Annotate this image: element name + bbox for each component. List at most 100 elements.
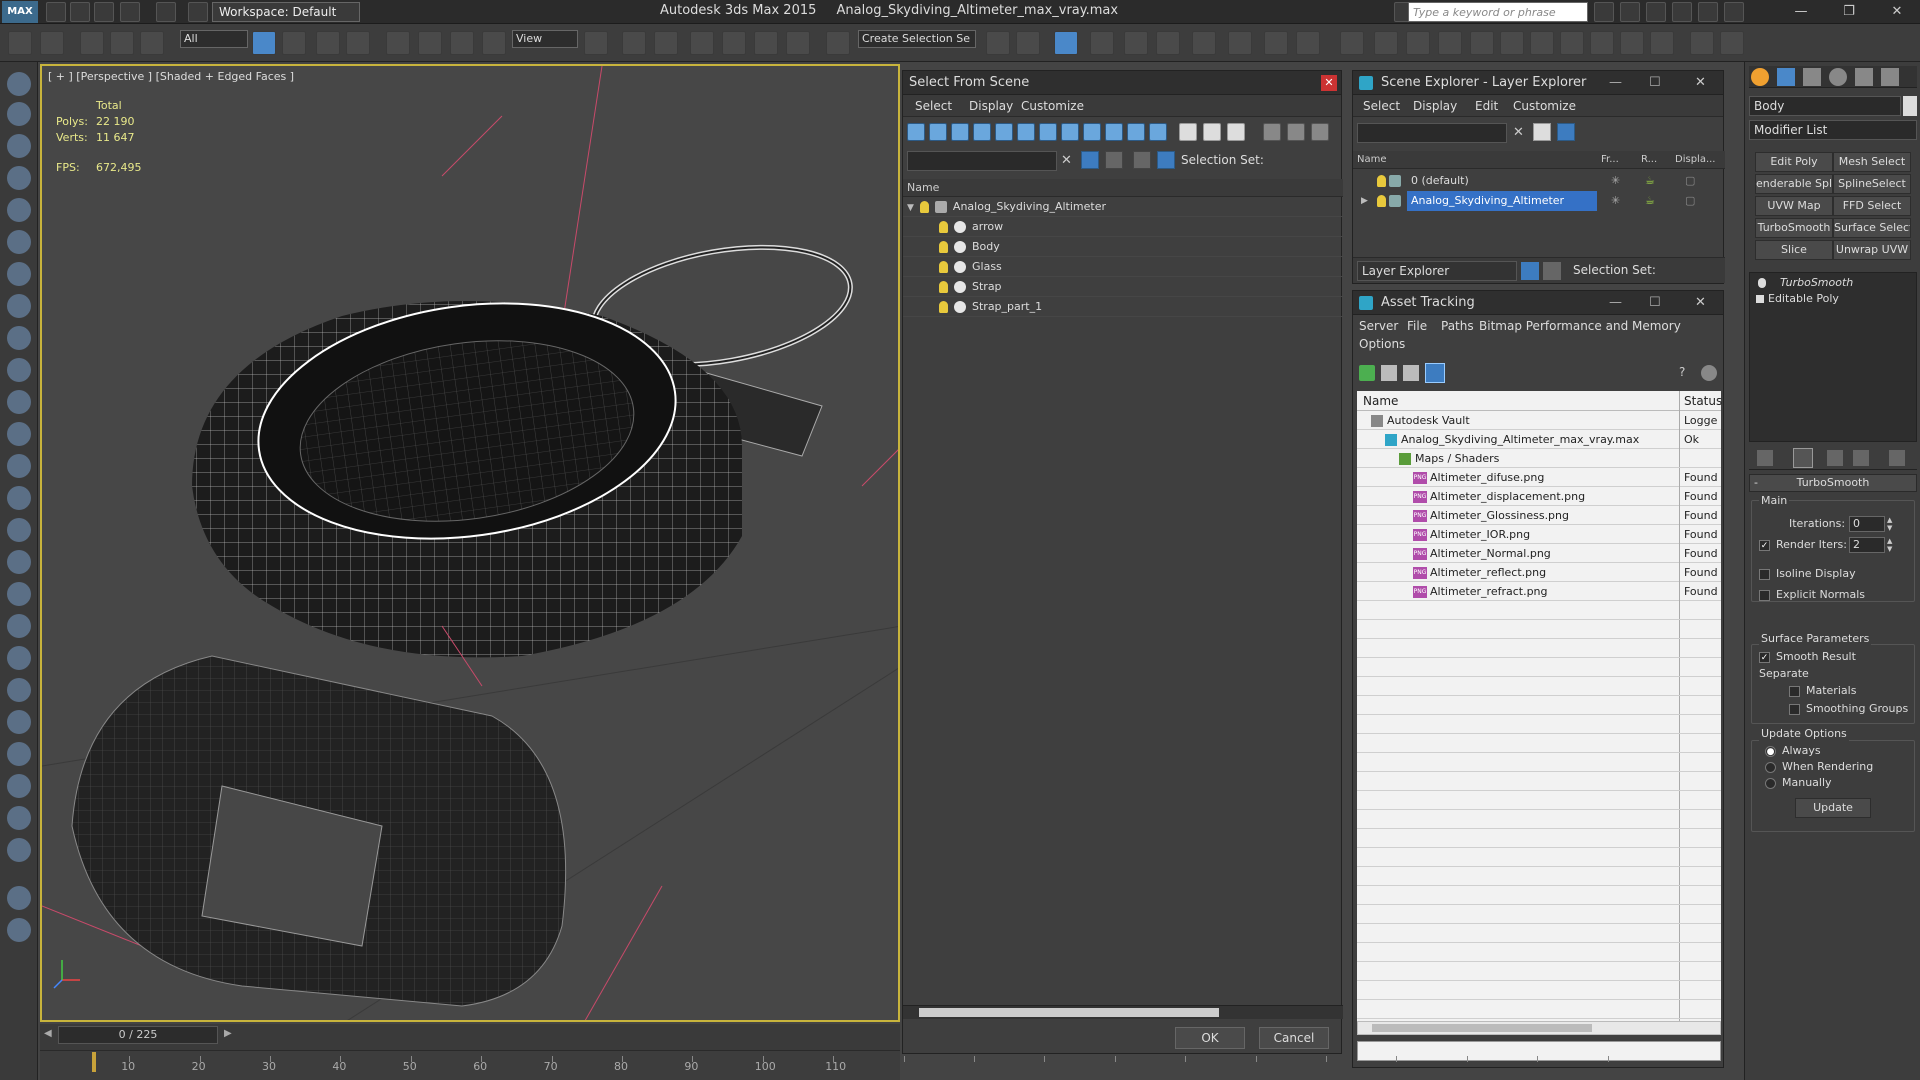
- renderable-spline-button[interactable]: enderable Splir: [1755, 174, 1833, 194]
- spinner-snap-icon[interactable]: [786, 31, 810, 55]
- unlink-icon[interactable]: [110, 31, 134, 55]
- tree-item-root[interactable]: ▼ Analog_Skydiving_Altimeter: [903, 197, 1343, 217]
- asset-row[interactable]: PNG Altimeter_displacement.png Found: [1357, 487, 1721, 506]
- help-icon[interactable]: [1724, 2, 1744, 22]
- curve-editor-icon[interactable]: [1156, 31, 1180, 55]
- minimize-icon[interactable]: —: [1609, 71, 1622, 95]
- help-icon[interactable]: ?: [1679, 365, 1695, 381]
- close-window-icon[interactable]: ✕: [1882, 2, 1912, 22]
- menu-customize[interactable]: Customize: [1513, 99, 1576, 113]
- stack-item-turbosmooth[interactable]: TurboSmooth: [1750, 275, 1916, 291]
- checkbox-box[interactable]: [1789, 703, 1800, 715]
- render-teapot-icon[interactable]: ☕: [1645, 191, 1655, 211]
- named-selection-dropdown[interactable]: Create Selection Se: [858, 30, 976, 48]
- col-freeze[interactable]: Fr...: [1601, 151, 1619, 169]
- materials-checkbox[interactable]: Materials: [1789, 684, 1856, 698]
- tools-icon[interactable]: [1620, 2, 1640, 22]
- angle-snap-icon[interactable]: [722, 31, 746, 55]
- search-input[interactable]: Type a keyword or phrase: [1408, 2, 1588, 22]
- modifier-list-dropdown[interactable]: Modifier List: [1749, 120, 1917, 140]
- move-icon[interactable]: [386, 31, 410, 55]
- list-view-icon[interactable]: [1381, 365, 1397, 381]
- modify-tab-icon[interactable]: [1777, 68, 1795, 86]
- align-icon[interactable]: [1016, 31, 1040, 55]
- menu-file[interactable]: File: [1407, 319, 1427, 333]
- utilities-tab-icon[interactable]: [1881, 68, 1899, 86]
- turbosmooth-button[interactable]: TurboSmooth: [1755, 218, 1833, 238]
- minimize-icon[interactable]: —: [1609, 291, 1622, 315]
- maximize-window-icon[interactable]: ❐: [1834, 2, 1864, 22]
- schematic-view-icon[interactable]: [1192, 31, 1216, 55]
- col-render[interactable]: R...: [1641, 151, 1657, 169]
- track-bar-toggle-icon[interactable]: [4, 1046, 34, 1076]
- spline-select-button[interactable]: SplineSelect: [1833, 174, 1911, 194]
- slice-button[interactable]: Slice: [1755, 240, 1833, 260]
- col-status[interactable]: Status: [1679, 391, 1722, 411]
- light-icon[interactable]: [7, 198, 31, 222]
- layer-row[interactable]: 0 (default) ✳ ☕ ▢: [1353, 171, 1725, 191]
- shortcut-icon[interactable]: [7, 806, 31, 830]
- reference-coordinate-dropdown[interactable]: View: [512, 30, 578, 48]
- hierarchy-tab-icon[interactable]: [1803, 68, 1821, 86]
- col-name[interactable]: Name: [1363, 391, 1398, 411]
- hedra-icon[interactable]: [7, 422, 31, 446]
- script-icon[interactable]: [1470, 31, 1494, 55]
- filter-funnel-icon[interactable]: [1263, 123, 1281, 141]
- workspace-dropdown[interactable]: Workspace: Default: [212, 2, 360, 22]
- light-bulb-icon[interactable]: [939, 221, 948, 233]
- sun-icon[interactable]: [1374, 31, 1398, 55]
- turbosmooth-rollout-header[interactable]: - TurboSmooth: [1749, 474, 1917, 492]
- asset-row[interactable]: PNG Altimeter_Normal.png Found: [1357, 544, 1721, 563]
- edit-poly-button[interactable]: Edit Poly: [1755, 152, 1833, 172]
- collapse-triangle-icon[interactable]: ▼: [907, 203, 914, 213]
- create-tab-icon[interactable]: [1751, 68, 1769, 86]
- teapot-render-icon[interactable]: [1650, 31, 1674, 55]
- light-bulb-icon[interactable]: [939, 241, 948, 253]
- viewport-config-icon[interactable]: [1690, 31, 1714, 55]
- light-bulb-icon[interactable]: [919, 201, 929, 213]
- expand-box-icon[interactable]: [1756, 295, 1764, 303]
- scene-explorer-icon[interactable]: [1054, 31, 1078, 55]
- iterations-spinner-arrows[interactable]: ▲ ▼: [1887, 516, 1897, 532]
- modifier-bulb-icon[interactable]: [1758, 278, 1766, 288]
- material-editor-icon[interactable]: [1228, 31, 1252, 55]
- configure-sets-icon[interactable]: [1889, 450, 1905, 466]
- ok-button[interactable]: OK: [1175, 1027, 1245, 1049]
- open-file-icon[interactable]: [70, 2, 90, 22]
- app-logo[interactable]: MAX: [2, 1, 38, 23]
- rotate-icon[interactable]: [418, 31, 442, 55]
- explorer-type-dropdown[interactable]: Layer Explorer: [1357, 261, 1517, 281]
- show-end-result-icon[interactable]: [1793, 448, 1813, 468]
- display-box-icon[interactable]: ▢: [1685, 191, 1695, 211]
- selection-filter-dropdown[interactable]: All: [180, 30, 248, 48]
- cube-icon[interactable]: [7, 838, 31, 862]
- cone-icon[interactable]: [7, 454, 31, 478]
- exchange-icon[interactable]: [1698, 2, 1718, 22]
- ffd-select-button[interactable]: FFD Select: [1833, 196, 1911, 216]
- motion-tab-icon[interactable]: [1829, 68, 1847, 86]
- sun-light-icon[interactable]: [7, 486, 31, 510]
- clear-filter-icon[interactable]: ✕: [1513, 125, 1524, 140]
- edit-named-selection-icon[interactable]: [826, 31, 850, 55]
- placement-icon[interactable]: [482, 31, 506, 55]
- filter-xrefs-icon[interactable]: [1061, 123, 1079, 141]
- display-tab-icon[interactable]: [1855, 68, 1873, 86]
- communication-icon[interactable]: [1646, 2, 1666, 22]
- filter-lights-icon[interactable]: [951, 123, 969, 141]
- object-color-swatch[interactable]: [1903, 96, 1917, 116]
- hierarchy-mode-icon[interactable]: [1543, 262, 1561, 280]
- question-icon[interactable]: [7, 918, 31, 942]
- cylinder-icon[interactable]: [7, 134, 31, 158]
- rendered-frame-window-icon[interactable]: [1296, 31, 1320, 55]
- radio-dot[interactable]: ●: [1765, 745, 1776, 757]
- asset-row[interactable]: PNG Altimeter_refract.png Found: [1357, 582, 1721, 601]
- mirror-icon[interactable]: [986, 31, 1010, 55]
- render-iters-spinner-arrows[interactable]: ▲ ▼: [1887, 537, 1897, 553]
- smooth-result-checkbox[interactable]: ✓ Smooth Result: [1759, 650, 1856, 664]
- remove-modifier-icon[interactable]: [1853, 450, 1869, 466]
- next-frame-icon[interactable]: ▶: [224, 1028, 232, 1039]
- find-case-icon[interactable]: [1105, 151, 1123, 169]
- close-icon[interactable]: ✕: [1695, 71, 1706, 95]
- freeze-snowflake-icon[interactable]: ✳: [1611, 191, 1620, 211]
- asset-row[interactable]: PNG Altimeter_difuse.png Found: [1357, 468, 1721, 487]
